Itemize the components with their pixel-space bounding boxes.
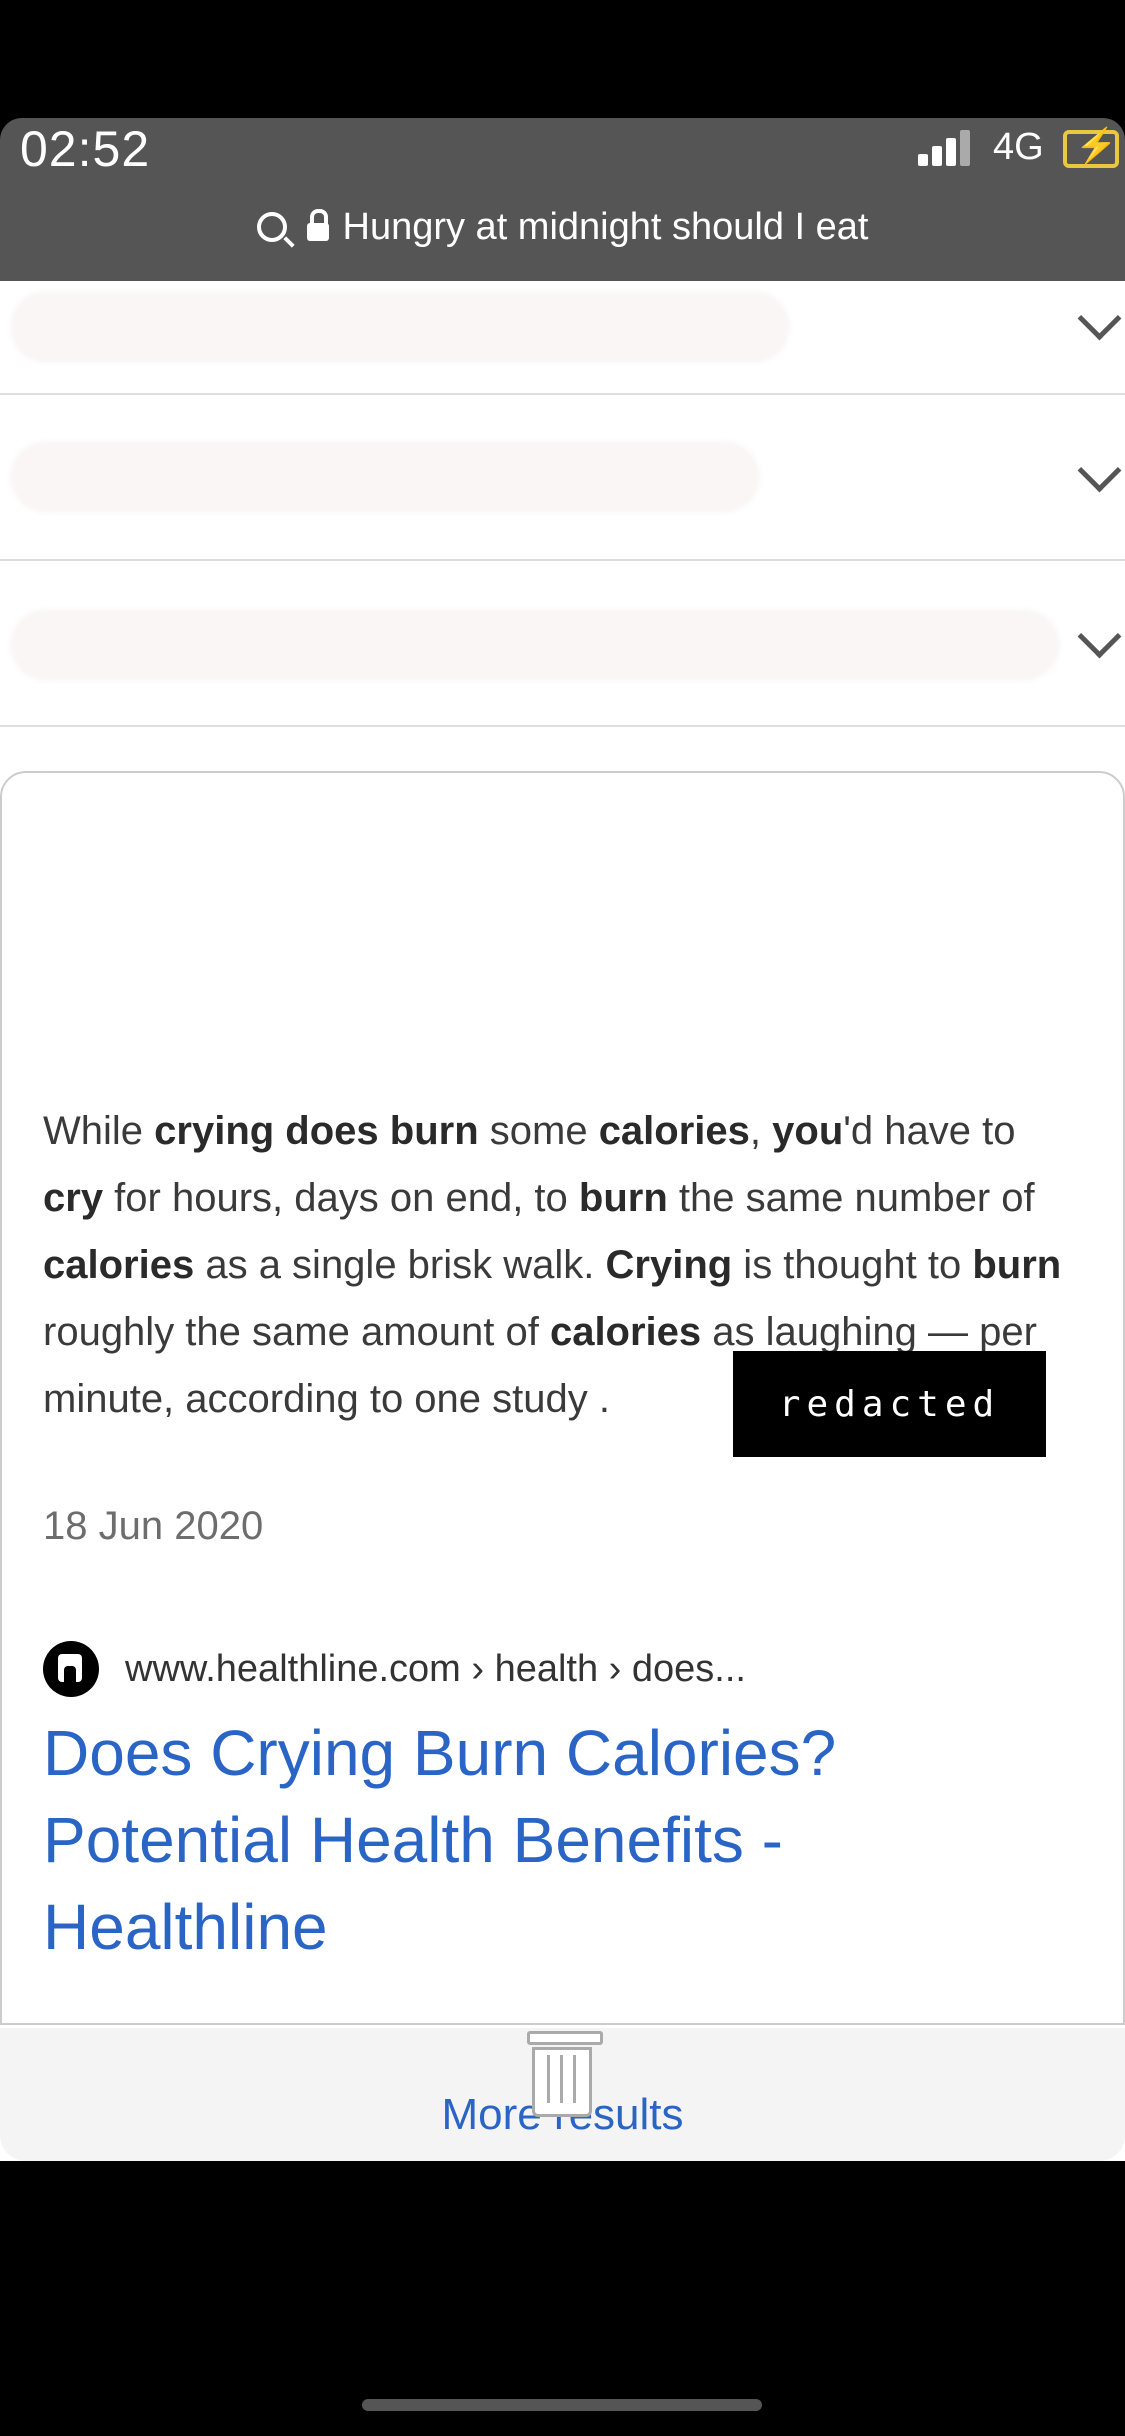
snippet-text-run: is thought to [732,1243,973,1287]
redaction-box: redacted [733,1351,1046,1457]
battery-charging-icon: ⚡ [1063,127,1119,168]
snippet-text-run: While [43,1109,155,1153]
snippet-bold-term: crying does burn [154,1109,479,1153]
redacted-question-text [10,441,760,513]
lock-icon [306,209,329,241]
chevron-down-icon[interactable] [1077,614,1122,659]
home-indicator[interactable] [362,2399,762,2411]
snippet-bold-term: burn [972,1243,1062,1287]
trash-icon [527,2031,603,2117]
redacted-question-text [10,291,790,363]
source-breadcrumb: www.healthline.com › health › does... [125,1647,746,1690]
snippet-text-run: as a single brisk walk. [194,1243,606,1287]
snippet-bold-term: burn [578,1176,668,1220]
chevron-down-icon[interactable] [1077,448,1122,493]
snippet-text-run: as laughing — [701,1310,980,1354]
healthline-favicon-icon [43,1641,99,1697]
accordion-item[interactable] [0,281,1125,395]
chevron-down-icon[interactable] [1077,296,1122,341]
status-time: 02:52 [20,121,151,177]
source-row[interactable]: www.healthline.com › health › does... [43,1641,746,1697]
result-title-link[interactable]: Does Crying Burn Calories? Potential Hea… [43,1710,1043,1971]
url-query-text: Hungry at midnight should I eat [342,205,869,248]
signal-icon [918,128,978,166]
snippet-text-run: , [749,1109,773,1153]
redacted-question-text [10,609,1060,681]
accordion-item[interactable] [0,561,1125,727]
snippet-text-run: the same number of [667,1176,1035,1220]
snippet-bold-term: Crying [605,1243,733,1287]
url-bar[interactable]: Hungry at midnight should I eat [0,195,1125,259]
snippet-bold-term: calories [43,1243,195,1287]
snippet-text-run: for hours, days on end, to [103,1176,579,1220]
search-icon [256,212,287,242]
snippet-bold-term: calories [549,1310,702,1354]
snippet-text-run: some [478,1109,599,1153]
accordion-item[interactable] [0,395,1125,561]
snippet-bold-term: calories [598,1109,750,1153]
snippet-bold-term: you [772,1109,844,1153]
snippet-text-run: 'd have to [843,1109,1016,1153]
snippet-date: 18 Jun 2020 [43,1504,264,1548]
network-type: 4G [993,126,1044,168]
snippet-text-run: roughly the same amount of [43,1310,550,1354]
snippet-bold-term: cry [43,1176,104,1220]
